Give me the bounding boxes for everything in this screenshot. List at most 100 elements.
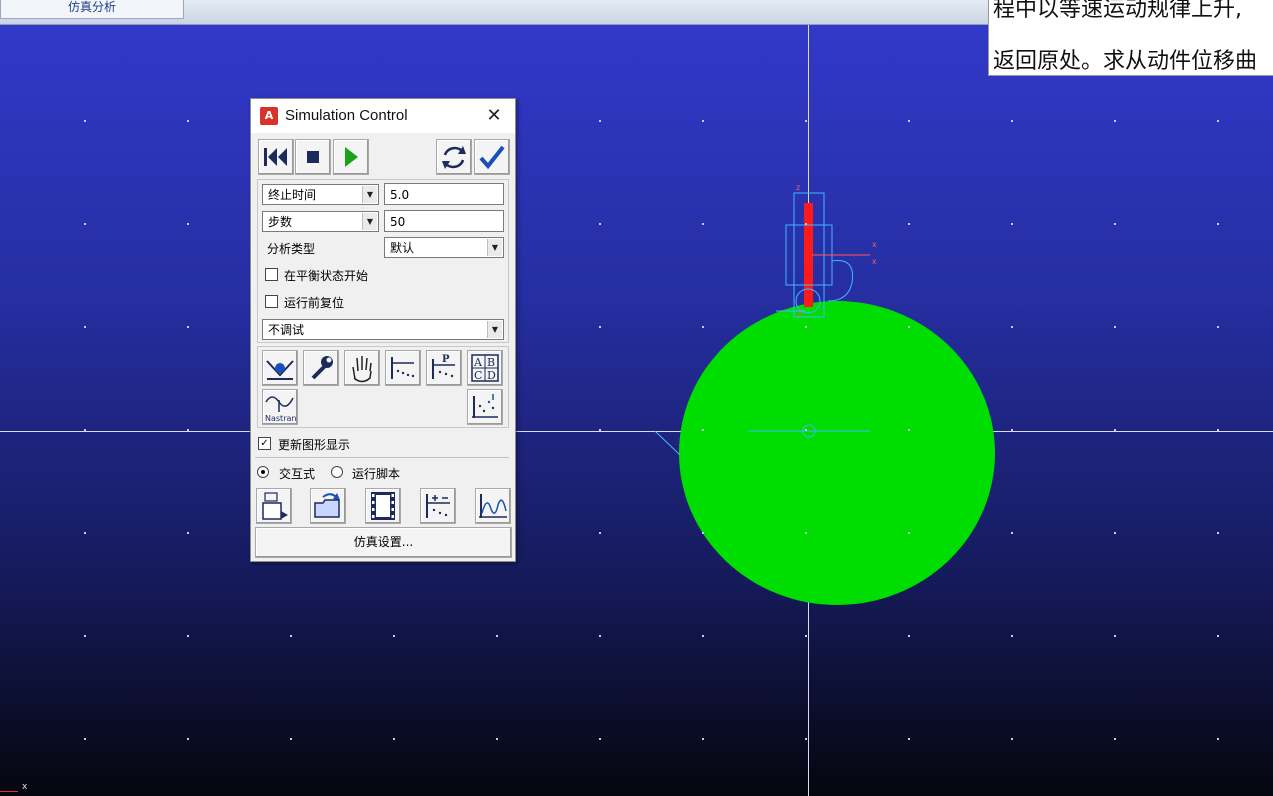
end-type-value: 终止时间 bbox=[268, 188, 317, 202]
grid-dot bbox=[908, 120, 910, 122]
svg-text:z: z bbox=[796, 183, 800, 192]
divider bbox=[255, 457, 509, 458]
grid-dot bbox=[496, 635, 498, 637]
grid-dot bbox=[1217, 738, 1219, 740]
grid-dot bbox=[1217, 429, 1219, 431]
grid-dot bbox=[84, 223, 86, 225]
interactive-radio[interactable] bbox=[257, 466, 269, 478]
simulation-control-dialog: A Simulation Control ✕ 终止时间 ▼ 5.0 步数 ▼ 5… bbox=[250, 98, 516, 562]
plot-button[interactable] bbox=[385, 350, 421, 386]
grid-dot bbox=[1217, 635, 1219, 637]
chevron-down-icon: ▼ bbox=[487, 321, 502, 338]
analysis-type-select[interactable]: 默认 ▼ bbox=[384, 237, 504, 258]
plot-dots-button[interactable] bbox=[467, 389, 503, 425]
script-radio[interactable] bbox=[331, 466, 343, 478]
end-time-input[interactable]: 5.0 bbox=[384, 183, 504, 205]
grid-dot bbox=[1114, 738, 1116, 740]
grid-dot bbox=[1114, 429, 1116, 431]
svg-text:C: C bbox=[474, 369, 482, 382]
app-logo-icon: A bbox=[260, 107, 278, 125]
curve-plot-button[interactable] bbox=[475, 488, 511, 524]
chevron-down-icon: ▼ bbox=[487, 239, 502, 256]
grid-dot bbox=[84, 429, 86, 431]
grid-dot bbox=[1011, 635, 1013, 637]
grid-dot bbox=[1011, 429, 1013, 431]
play-icon bbox=[345, 147, 358, 167]
grid-dot bbox=[84, 120, 86, 122]
tools-panel: P A B C D Nastran bbox=[257, 346, 509, 428]
update-graphics-label: 更新图形显示 bbox=[278, 438, 351, 452]
import-icon bbox=[262, 492, 288, 520]
film-button[interactable] bbox=[365, 488, 401, 524]
grid-dot bbox=[805, 738, 807, 740]
problem-text-line-2: 返回原处。求从动件位移曲 bbox=[993, 49, 1258, 74]
measure-button[interactable] bbox=[420, 488, 456, 524]
grid-dot bbox=[805, 120, 807, 122]
grid-dot bbox=[599, 429, 601, 431]
hand-button[interactable] bbox=[344, 350, 380, 386]
tab-label: 仿真分析 bbox=[67, 0, 116, 14]
grid-dot bbox=[599, 120, 601, 122]
rewind-button[interactable] bbox=[258, 139, 294, 175]
grid-dot bbox=[599, 738, 601, 740]
grid-dot bbox=[187, 120, 189, 122]
plot-p-button[interactable]: P bbox=[426, 350, 462, 386]
grid-dot bbox=[908, 326, 910, 328]
grid-dot bbox=[702, 635, 704, 637]
interactive-label: 交互式 bbox=[279, 467, 316, 481]
close-icon[interactable]: ✕ bbox=[483, 105, 505, 127]
grid-dot bbox=[84, 326, 86, 328]
open-button[interactable] bbox=[310, 488, 346, 524]
grid-dot bbox=[187, 635, 189, 637]
nastran-icon: Nastran bbox=[265, 396, 296, 423]
abcd-button[interactable]: A B C D bbox=[467, 350, 503, 386]
start-at-equilibrium-checkbox[interactable] bbox=[265, 268, 278, 281]
update-graphics-checkbox[interactable]: ✓ bbox=[258, 437, 271, 450]
grid-dot bbox=[908, 635, 910, 637]
problem-text-overlay: 程中以等速运动规律上升, 返回原处。求从动件位移曲 bbox=[988, 0, 1273, 76]
nastran-button[interactable]: Nastran bbox=[262, 389, 298, 425]
grid-dot bbox=[84, 532, 86, 534]
reset-before-run-checkbox[interactable] bbox=[265, 295, 278, 308]
grid-dot bbox=[805, 532, 807, 534]
plot-icon bbox=[391, 357, 415, 379]
grid-dot bbox=[1011, 532, 1013, 534]
model-viewport[interactable]: x x z z x bbox=[0, 25, 1273, 796]
grid-dot bbox=[702, 326, 704, 328]
grid-dot bbox=[908, 532, 910, 534]
svg-text:P: P bbox=[442, 354, 450, 365]
grid-dot bbox=[702, 120, 704, 122]
simulation-setup-button[interactable]: 仿真设置... bbox=[255, 527, 512, 558]
curve-icon bbox=[479, 494, 507, 518]
grid-dot bbox=[1114, 326, 1116, 328]
grid-dot bbox=[1217, 532, 1219, 534]
start-at-equilibrium-label: 在平衡状态开始 bbox=[284, 269, 369, 283]
svg-text:x: x bbox=[872, 240, 877, 249]
steps-input[interactable]: 50 bbox=[384, 210, 504, 232]
stop-button[interactable] bbox=[295, 139, 331, 175]
grid-dot bbox=[599, 326, 601, 328]
follower-rod bbox=[804, 203, 813, 307]
ok-check-button[interactable] bbox=[474, 139, 510, 175]
end-type-select[interactable]: 终止时间 ▼ bbox=[262, 184, 379, 205]
steps-type-select[interactable]: 步数 ▼ bbox=[262, 211, 379, 232]
grid-dot bbox=[187, 532, 189, 534]
grid-dot bbox=[599, 635, 601, 637]
tab-simulation-analysis[interactable]: 仿真分析 bbox=[0, 0, 184, 19]
grid-dot bbox=[805, 326, 807, 328]
axis-triad-x bbox=[0, 791, 18, 792]
model-geometry: x x z z bbox=[654, 183, 995, 605]
grid-dot bbox=[1011, 738, 1013, 740]
import-button[interactable] bbox=[256, 488, 292, 524]
grid-dot bbox=[1114, 120, 1116, 122]
dialog-titlebar[interactable]: A Simulation Control ✕ bbox=[251, 99, 515, 133]
wrench-button[interactable] bbox=[303, 350, 339, 386]
equilibrium-button[interactable] bbox=[262, 350, 298, 386]
grid-dot bbox=[84, 635, 86, 637]
reset-refresh-button[interactable] bbox=[436, 139, 472, 175]
reset-before-run-label: 运行前复位 bbox=[284, 296, 345, 310]
debug-select[interactable]: 不调试 ▼ bbox=[262, 319, 504, 340]
plot-p-icon: P bbox=[432, 354, 455, 379]
grid-dot bbox=[1217, 120, 1219, 122]
play-button[interactable] bbox=[333, 139, 369, 175]
